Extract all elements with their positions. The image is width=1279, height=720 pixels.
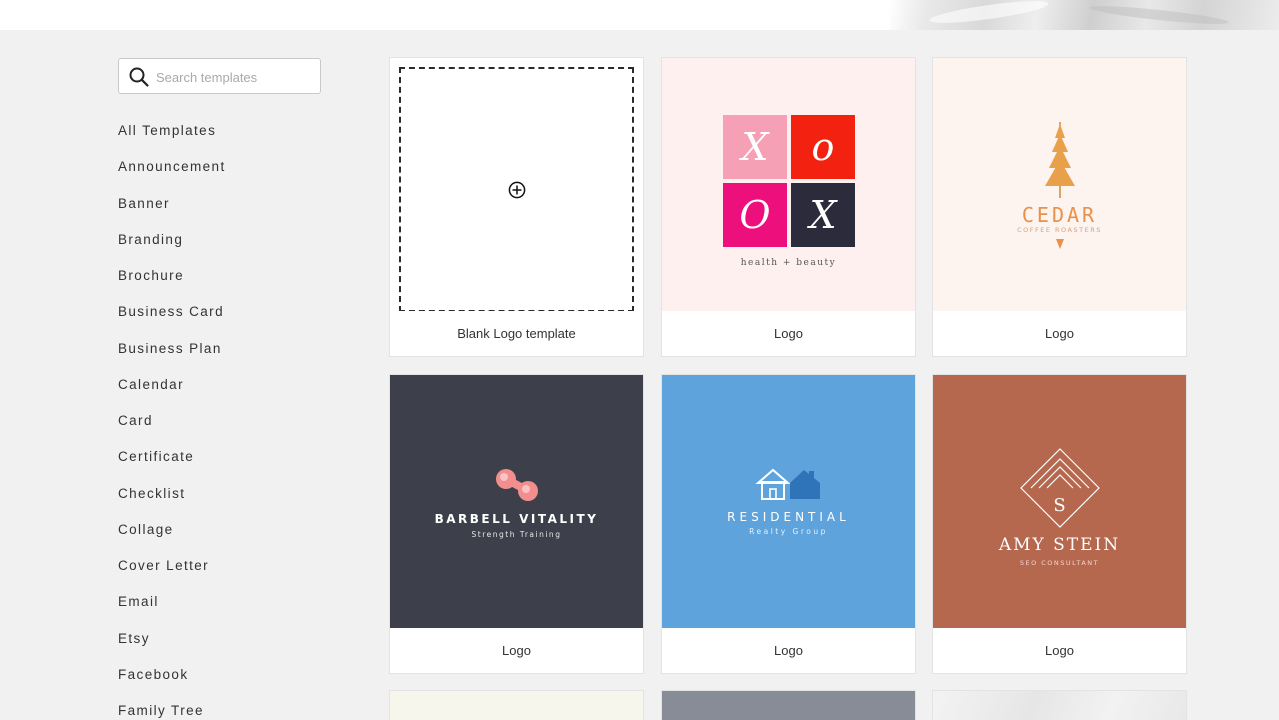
logo-letter-o: o <box>791 115 855 179</box>
sidebar-item-family-tree[interactable]: Family Tree <box>118 693 318 720</box>
sidebar-item-all-templates[interactable]: All Templates <box>118 113 318 149</box>
template-thumbnail[interactable]: X o O X health + beauty <box>662 58 915 311</box>
sidebar-item-card[interactable]: Card <box>118 403 318 439</box>
template-thumbnail[interactable] <box>390 58 643 311</box>
template-caption: Logo <box>502 643 531 658</box>
search-box[interactable] <box>118 58 321 94</box>
top-header-bar <box>0 0 1279 30</box>
logo-name: AMY STEIN <box>998 535 1121 555</box>
logo-letter-o: O <box>723 183 787 247</box>
template-thumbnail[interactable] <box>662 691 915 720</box>
template-card-amy-stein[interactable]: S AMY STEIN SEO CONSULTANT Logo <box>932 374 1187 674</box>
template-card-partial[interactable] <box>932 690 1187 720</box>
logo-tagline: Strength Training <box>471 530 562 539</box>
template-card-residential[interactable]: RESIDENTIAL Realty Group Logo <box>661 374 916 674</box>
arrow-down-icon <box>1056 239 1064 249</box>
template-card-xoxo[interactable]: X o O X health + beauty Logo <box>661 57 916 357</box>
template-caption: Logo <box>1045 326 1074 341</box>
sidebar-item-checklist[interactable]: Checklist <box>118 476 318 512</box>
logo-name: RESIDENTIAL <box>727 510 850 524</box>
sidebar-item-cover-letter[interactable]: Cover Letter <box>118 548 318 584</box>
sidebar-item-business-plan[interactable]: Business Plan <box>118 331 318 367</box>
plus-circle-icon[interactable] <box>508 181 526 199</box>
template-card-partial[interactable] <box>389 690 644 720</box>
logo-tagline: health + beauty <box>740 258 837 268</box>
template-card-partial[interactable] <box>661 690 916 720</box>
template-caption: Logo <box>774 643 803 658</box>
search-input[interactable] <box>156 65 316 89</box>
monogram-letter: S <box>1053 495 1066 516</box>
template-thumbnail[interactable]: S AMY STEIN SEO CONSULTANT <box>933 375 1186 628</box>
marble-banner-image <box>889 0 1279 30</box>
logo-tagline: SEO CONSULTANT <box>1019 559 1100 567</box>
sidebar-item-certificate[interactable]: Certificate <box>118 439 318 475</box>
template-category-list: All Templates Announcement Banner Brandi… <box>118 113 318 720</box>
dumbbell-icon <box>496 469 538 501</box>
pine-tree-icon <box>1045 122 1075 198</box>
search-icon <box>129 67 149 87</box>
sidebar-item-collage[interactable]: Collage <box>118 512 318 548</box>
house-icon <box>755 468 820 500</box>
template-thumbnail[interactable]: CEDAR COFFEE ROASTERS <box>933 58 1186 311</box>
logo-letter-x: X <box>723 115 787 179</box>
logo-name: CEDAR <box>1021 203 1098 227</box>
template-thumbnail[interactable]: RESIDENTIAL Realty Group <box>662 375 915 628</box>
logo-tagline: COFFEE ROASTERS <box>1017 226 1102 234</box>
template-thumbnail[interactable]: BARBELL VITALITY Strength Training <box>390 375 643 628</box>
template-thumbnail[interactable] <box>933 691 1186 720</box>
logo-letter-x: X <box>791 183 855 247</box>
sidebar-item-business-card[interactable]: Business Card <box>118 294 318 330</box>
sidebar-item-brochure[interactable]: Brochure <box>118 258 318 294</box>
sidebar-item-etsy[interactable]: Etsy <box>118 621 318 657</box>
template-caption: Blank Logo template <box>457 326 576 341</box>
diamond-monogram-icon <box>1020 448 1100 528</box>
template-caption: Logo <box>1045 643 1074 658</box>
xoxo-logo-grid: X o O X <box>723 115 855 247</box>
template-caption: Logo <box>774 326 803 341</box>
template-card-blank[interactable]: Blank Logo template <box>389 57 644 357</box>
template-card-cedar[interactable]: CEDAR COFFEE ROASTERS Logo <box>932 57 1187 357</box>
logo-name: BARBELL VITALITY <box>434 512 599 526</box>
template-card-barbell-vitality[interactable]: BARBELL VITALITY Strength Training Logo <box>389 374 644 674</box>
template-thumbnail[interactable] <box>390 691 643 720</box>
sidebar-item-email[interactable]: Email <box>118 584 318 620</box>
sidebar-item-calendar[interactable]: Calendar <box>118 367 318 403</box>
logo-tagline: Realty Group <box>749 527 828 536</box>
sidebar-item-facebook[interactable]: Facebook <box>118 657 318 693</box>
sidebar-item-announcement[interactable]: Announcement <box>118 149 318 185</box>
sidebar-item-banner[interactable]: Banner <box>118 186 318 222</box>
sidebar-item-branding[interactable]: Branding <box>118 222 318 258</box>
